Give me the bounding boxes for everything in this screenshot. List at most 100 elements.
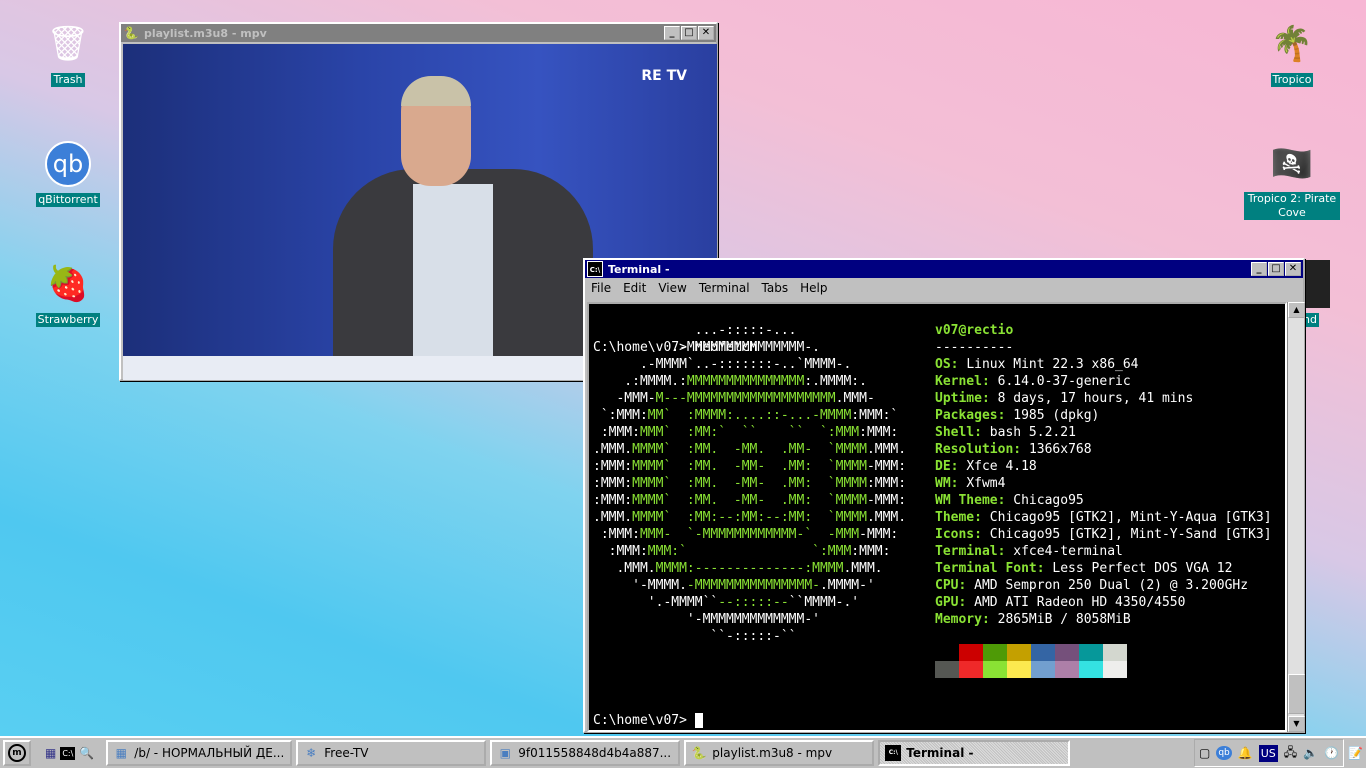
keyboard-layout[interactable]: US bbox=[1258, 744, 1278, 762]
task-label: Free-TV bbox=[324, 746, 369, 760]
snowflake-icon: ❄ bbox=[306, 746, 317, 760]
scroll-up-arrow[interactable]: ▲ bbox=[1288, 302, 1305, 318]
info-value: Chicago95 [GTK2], Mint-Y-Aqua [GTK3] bbox=[989, 510, 1272, 525]
user-host: v07@rectio bbox=[935, 323, 1014, 338]
trash-icon: 🗑 bbox=[46, 24, 90, 64]
info-key: Memory bbox=[935, 612, 982, 627]
scroll-thumb[interactable] bbox=[1288, 674, 1305, 714]
task-button[interactable]: ▣ 9f011558848d4b4a887... bbox=[490, 740, 681, 766]
scroll-down-arrow[interactable]: ▼ bbox=[1288, 716, 1305, 732]
info-key: Uptime bbox=[935, 391, 982, 406]
system-tray: ▢ qb 🔔 US 🖧 🔈 🕐 bbox=[1193, 739, 1345, 767]
color-swatch bbox=[959, 644, 983, 661]
qbittorrent-icon: qb bbox=[44, 140, 92, 188]
task-label: Terminal - bbox=[906, 746, 974, 760]
clock-icon[interactable]: 🕐 bbox=[1324, 746, 1339, 760]
volume-icon[interactable]: 🔈 bbox=[1303, 746, 1318, 760]
info-row: Terminal: xfce4-terminal bbox=[935, 544, 1123, 559]
info-value: Xfwm4 bbox=[966, 476, 1006, 491]
launcher-terminal-icon[interactable]: C:\ bbox=[60, 746, 76, 760]
terminal-output[interactable]: C:\home\v07> neofetch ...-:::::-... .-MM… bbox=[587, 302, 1287, 732]
info-key: Packages bbox=[935, 408, 998, 423]
info-key: GPU bbox=[935, 595, 959, 610]
color-swatch bbox=[1079, 644, 1103, 661]
info-row: CPU: AMD Sempron 250 Dual (2) @ 3.200GHz bbox=[935, 578, 1249, 593]
color-swatch bbox=[1007, 644, 1031, 661]
channel-logo: RE TV bbox=[641, 68, 687, 84]
info-value: bash 5.2.21 bbox=[989, 425, 1076, 440]
browser-icon: ▦ bbox=[115, 746, 127, 760]
close-button[interactable]: ✕ bbox=[1285, 262, 1301, 276]
minimize-button[interactable]: _ bbox=[1251, 262, 1267, 276]
ascii-line: .MMM.MMMM` :MM. -MM. .MM- `MMMM.MMM. bbox=[593, 442, 907, 457]
menu-file[interactable]: File bbox=[585, 281, 617, 295]
terminal-titlebar[interactable]: C:\ Terminal - _ □ ✕ bbox=[585, 260, 1303, 278]
color-swatch bbox=[1031, 644, 1055, 661]
info-key: Theme bbox=[935, 510, 975, 525]
minimize-button[interactable]: _ bbox=[664, 26, 680, 40]
ascii-line: .MMM.MMMM` :MM:--:MM:--:MM: `MMMM.MMM. bbox=[593, 510, 907, 525]
notes-icon[interactable]: 📝 bbox=[1348, 746, 1363, 760]
desktop-icon-tropico[interactable]: 🌴 Tropico bbox=[1252, 20, 1332, 87]
desktop-icon-trash[interactable]: 🗑 Trash bbox=[28, 20, 108, 87]
maximize-button[interactable]: □ bbox=[681, 26, 697, 40]
menu-tabs[interactable]: Tabs bbox=[756, 281, 795, 295]
info-row: Icons: Chicago95 [GTK2], Mint-Y-Sand [GT… bbox=[935, 527, 1272, 542]
ascii-line: :MMM:MMMM` :MM. -MM- .MM: `MMMM-MMM: bbox=[593, 459, 907, 474]
close-button[interactable]: ✕ bbox=[698, 26, 714, 40]
task-button[interactable]: ▦ /b/ - НОРМАЛЬНЫЙ ДЕ... bbox=[106, 740, 293, 766]
ascii-line: '-MMMMMMMMMMMMM-' bbox=[593, 612, 820, 627]
color-swatch bbox=[1103, 644, 1127, 661]
menu-terminal[interactable]: Terminal bbox=[693, 281, 756, 295]
system-info: v07@rectio ---------- OS: Linux Mint 22.3 … bbox=[935, 322, 1272, 628]
desktop-icon-tropico-2[interactable]: 🏴‍☠️ Tropico 2: Pirate Cove bbox=[1244, 140, 1340, 220]
info-value: 1985 (dpkg) bbox=[1013, 408, 1100, 423]
mpv-titlebar[interactable]: 🐍 playlist.m3u8 - mpv _ □ ✕ bbox=[121, 24, 716, 42]
info-row: WM: Xfwm4 bbox=[935, 476, 1006, 491]
task-button[interactable]: C:\ Terminal - bbox=[878, 740, 1071, 766]
start-button[interactable]: m bbox=[3, 740, 31, 766]
info-value: Xfce 4.18 bbox=[966, 459, 1037, 474]
task-button[interactable]: ❄ Free-TV bbox=[296, 740, 487, 766]
ascii-line: '.-MMMM``--:::::--``MMMM-.' bbox=[593, 595, 860, 610]
info-value: 8 days, 17 hours, 41 mins bbox=[997, 391, 1194, 406]
menu-view[interactable]: View bbox=[652, 281, 692, 295]
info-key: DE bbox=[935, 459, 951, 474]
info-row: DE: Xfce 4.18 bbox=[935, 459, 1037, 474]
launcher-search-icon[interactable]: 🔍 bbox=[79, 746, 94, 760]
prompt-line: C:\home\v07> bbox=[593, 712, 703, 729]
python-icon: 🐍 bbox=[691, 746, 707, 760]
task-button[interactable]: 🐍 playlist.m3u8 - mpv bbox=[684, 740, 875, 766]
info-key: Resolution bbox=[935, 442, 1014, 457]
color-swatch bbox=[983, 661, 1007, 678]
desktop-icon-strawberry[interactable]: 🍓 Strawberry bbox=[28, 260, 108, 327]
window-icon[interactable]: ▢ bbox=[1199, 746, 1210, 760]
menu-edit[interactable]: Edit bbox=[617, 281, 652, 295]
terminal-window[interactable]: C:\ Terminal - _ □ ✕ File Edit View Termin… bbox=[583, 258, 1305, 733]
terminal-icon: C:\ bbox=[587, 261, 603, 277]
mint-logo-icon: m bbox=[8, 744, 26, 762]
scrollbar[interactable]: ▲ ▼ bbox=[1287, 302, 1305, 732]
color-palette bbox=[935, 644, 1127, 678]
info-row: GPU: AMD ATI Radeon HD 4350/4550 bbox=[935, 595, 1186, 610]
maximize-button[interactable]: □ bbox=[1268, 262, 1284, 276]
cursor bbox=[694, 713, 703, 728]
palm-tree-icon: 🌴 bbox=[1270, 24, 1314, 64]
network-icon[interactable]: 🖧 bbox=[1284, 743, 1297, 764]
ascii-line: :MMM:MMM- `-MMMMMMMMMMMM-` -MMM-MMM: bbox=[593, 527, 899, 542]
ascii-line: `:MMM:MM` :MMMM:....::-...-MMMM:MMM:` bbox=[593, 408, 899, 423]
ascii-logo: ...-:::::-... .-MMMMMMMMMMMMMMM-. .-MMMM… bbox=[593, 322, 906, 645]
launcher-browser-icon[interactable]: ▦ bbox=[45, 746, 56, 760]
menu-help[interactable]: Help bbox=[794, 281, 833, 295]
info-row: Packages: 1985 (dpkg) bbox=[935, 408, 1100, 423]
ascii-line: -MMM-M---MMMMMMMMMMMMMMMMMMM.MMM- bbox=[593, 391, 875, 406]
color-swatch bbox=[983, 644, 1007, 661]
ascii-line: '-MMMM.-MMMMMMMMMMMMMMM-.MMMM-' bbox=[593, 578, 875, 593]
desktop-icon-qbittorrent[interactable]: qb qBittorrent bbox=[28, 140, 108, 207]
qbittorrent-tray-icon[interactable]: qb bbox=[1216, 746, 1232, 760]
info-value: Chicago95 [GTK2], Mint-Y-Sand [GTK3] bbox=[989, 527, 1272, 542]
notification-bell-icon[interactable]: 🔔 bbox=[1238, 746, 1253, 760]
taskbar: m ▦ C:\ 🔍 ▦ /b/ - НОРМАЛЬНЫЙ ДЕ... ❄ Free-T… bbox=[0, 736, 1366, 768]
pirate-icon: 🏴‍☠️ bbox=[1270, 144, 1314, 184]
color-swatch bbox=[1055, 661, 1079, 678]
